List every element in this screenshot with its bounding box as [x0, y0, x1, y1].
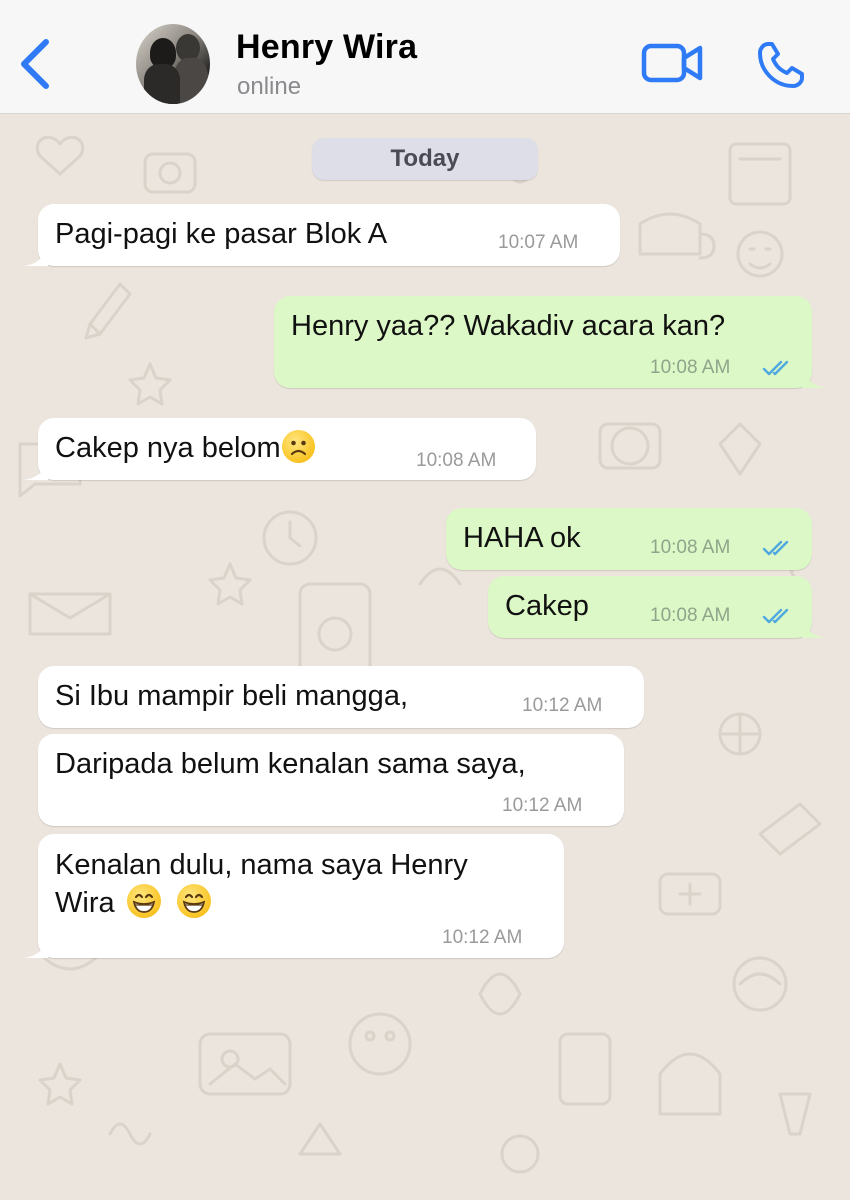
incoming-message[interactable]: Si Ibu mampir beli mangga, 10:12 AM — [38, 666, 644, 728]
incoming-message[interactable]: Kenalan dulu, nama saya Henry Wira 10:12… — [24, 834, 564, 958]
message-text: HAHA ok — [463, 522, 581, 554]
message-time: 10:07 AM — [498, 232, 579, 253]
message-text: Si Ibu mampir beli mangga, — [55, 680, 408, 712]
voice-call-button[interactable] — [754, 38, 808, 92]
message-text: Cakep — [505, 590, 589, 622]
bubble-tail — [802, 616, 826, 638]
bubble-tail — [802, 366, 826, 388]
bubble-tail — [24, 936, 48, 958]
back-button[interactable] — [14, 36, 54, 92]
incoming-message[interactable]: Daripada belum kenalan sama saya, 10:12 … — [38, 734, 624, 826]
read-receipt-icon — [762, 360, 789, 376]
message-time: 10:08 AM — [650, 357, 731, 378]
read-receipt-icon — [762, 540, 789, 556]
outgoing-message[interactable]: HAHA ok 10:08 AM — [446, 508, 812, 570]
message-text: Daripada belum kenalan sama saya, — [55, 748, 526, 780]
grinning-face-emoji — [126, 884, 161, 918]
contact-status: online — [237, 73, 302, 100]
video-camera-icon — [641, 43, 703, 83]
bubble-tail — [24, 458, 48, 480]
message-text: Cakep nya belom — [55, 432, 281, 464]
incoming-message[interactable]: Pagi-pagi ke pasar Blok A 10:07 AM — [24, 204, 620, 266]
message-time: 10:12 AM — [522, 695, 603, 716]
message-text: Henry yaa?? Wakadiv acara kan? — [291, 310, 726, 342]
message-content: Cakep nya belom — [55, 430, 315, 466]
grinning-face-emoji — [176, 884, 211, 918]
read-receipt-icon — [762, 608, 789, 624]
video-call-button[interactable] — [640, 40, 706, 88]
message-text-line-2: Wira — [55, 887, 115, 919]
message-time: 10:12 AM — [442, 927, 523, 948]
message-content: Kenalan dulu, nama saya Henry Wira — [55, 846, 468, 922]
frowning-face-emoji — [281, 430, 315, 463]
avatar[interactable] — [136, 24, 210, 104]
bubble-tail — [24, 244, 48, 266]
incoming-message[interactable]: Cakep nya belom 10:08 AM — [24, 418, 536, 480]
date-separator: Today — [312, 138, 538, 180]
chat-header: Henry Wira online — [0, 0, 850, 114]
message-text: Pagi-pagi ke pasar Blok A — [55, 218, 388, 250]
chat-area[interactable]: Today Pagi-pagi ke pasar Blok A 10:07 AM… — [0, 114, 850, 1200]
outgoing-message[interactable]: Cakep 10:08 AM — [488, 576, 826, 638]
phone-icon — [758, 42, 804, 88]
chevron-left-icon — [21, 39, 49, 89]
message-time: 10:08 AM — [650, 605, 731, 626]
outgoing-message[interactable]: Henry yaa?? Wakadiv acara kan? 10:08 AM — [274, 296, 826, 388]
contact-name[interactable]: Henry Wira — [236, 28, 417, 67]
chat-wallpaper — [18, 135, 822, 1174]
message-time: 10:08 AM — [650, 537, 731, 558]
message-text-line-1: Kenalan dulu, nama saya Henry — [55, 849, 468, 881]
message-time: 10:08 AM — [416, 450, 497, 471]
message-time: 10:12 AM — [502, 795, 583, 816]
